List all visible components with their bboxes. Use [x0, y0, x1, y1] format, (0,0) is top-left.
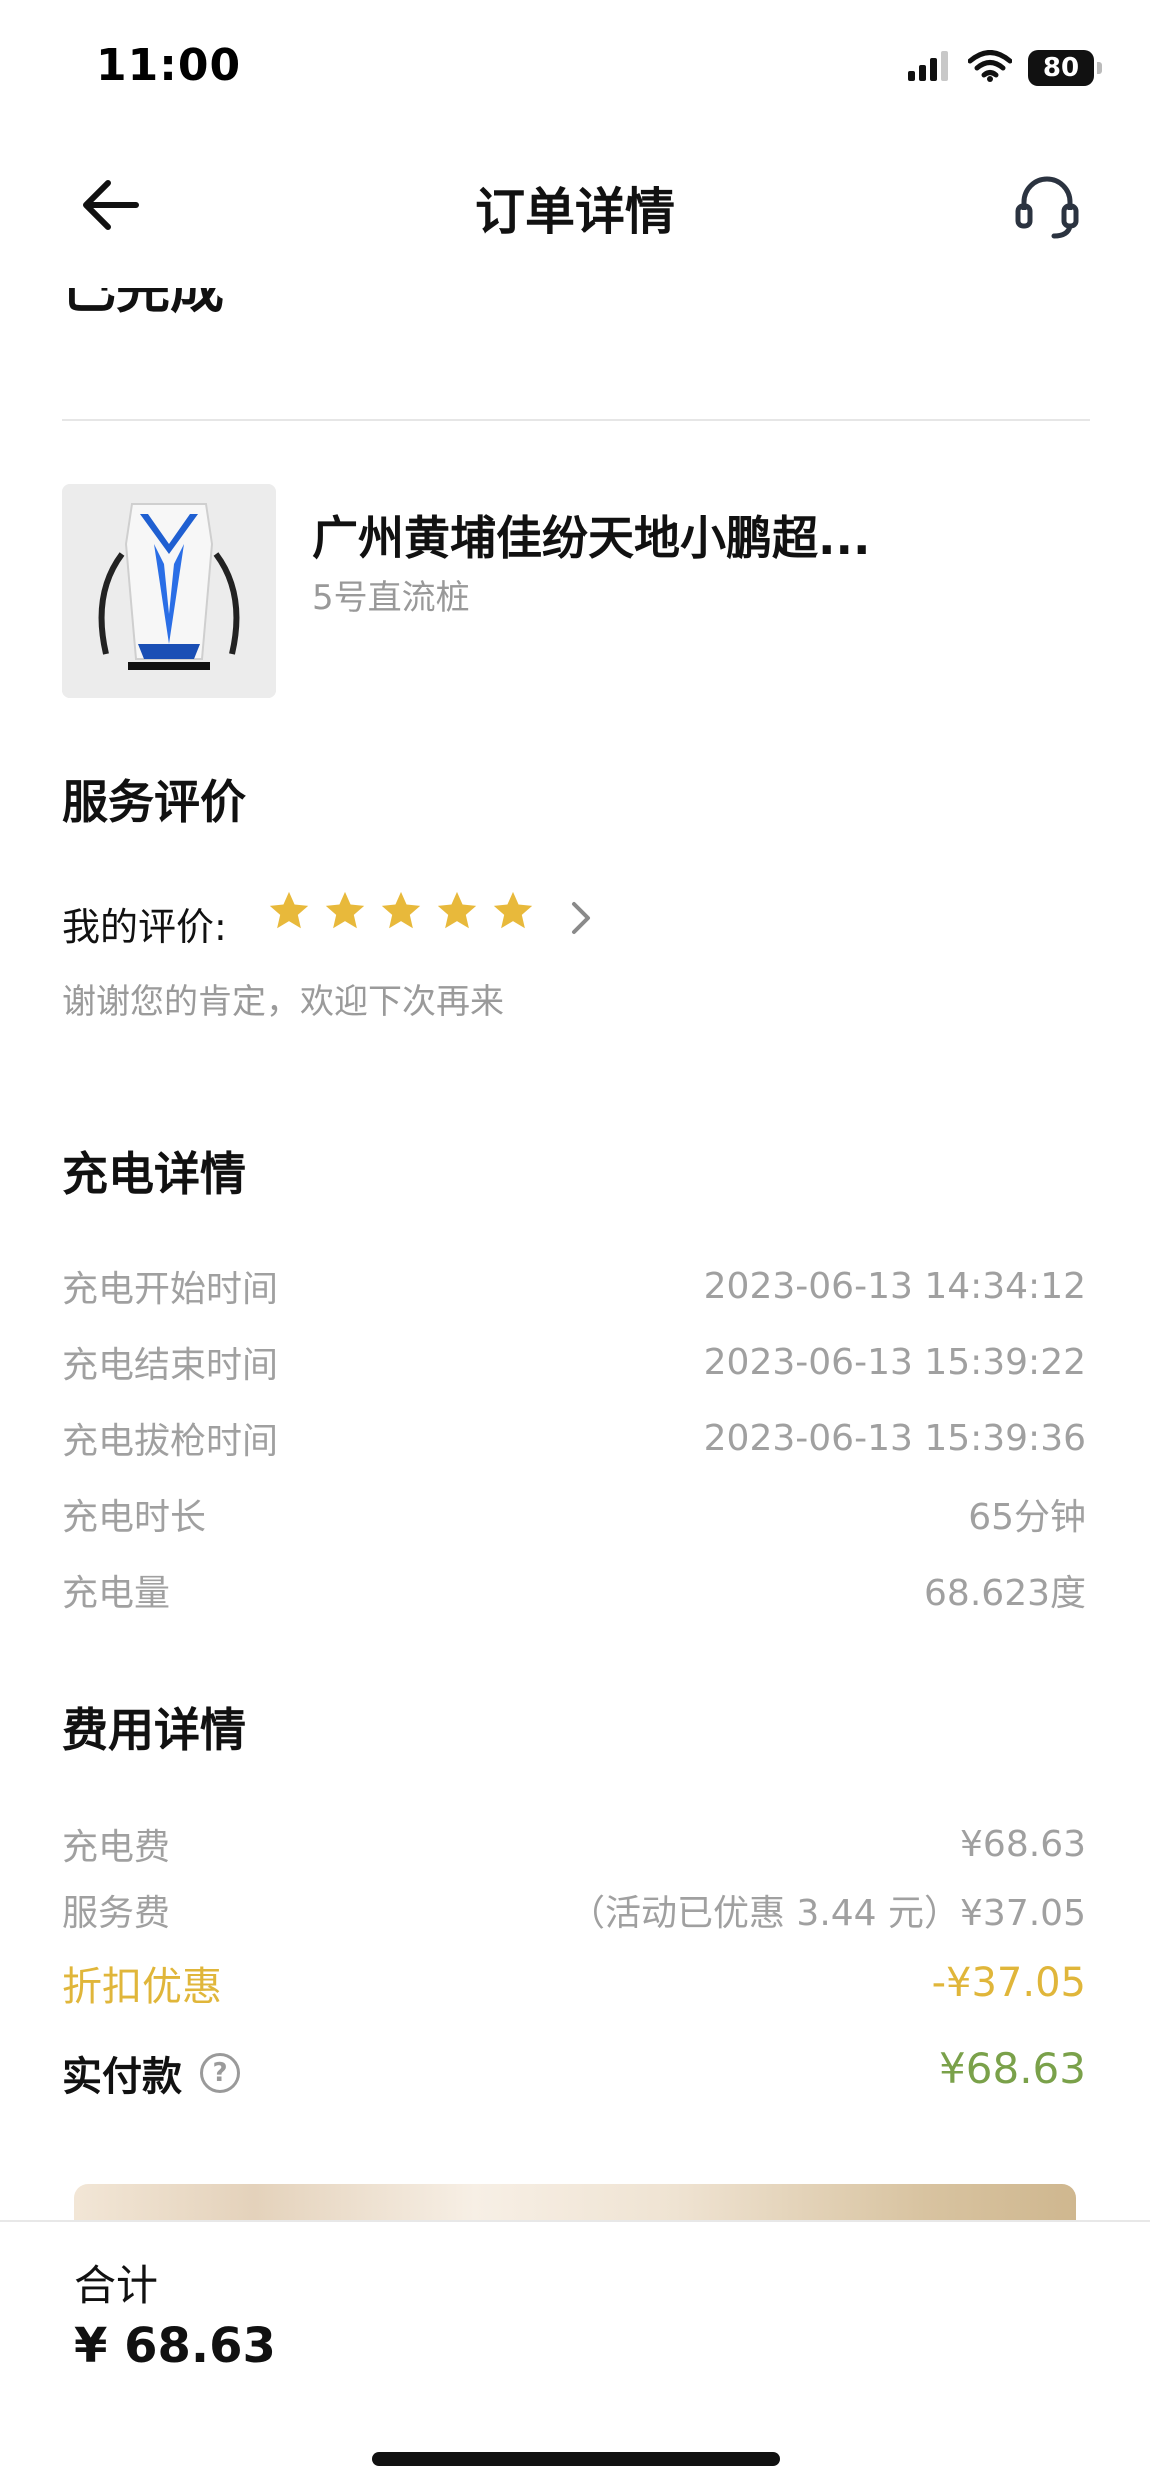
star-icon [266, 888, 312, 934]
charging-row: 充电拔枪时间 2023-06-13 15:39:36 [62, 1412, 1086, 1464]
status-time: 11:00 [96, 40, 242, 91]
rating-stars[interactable] [266, 888, 536, 934]
row-value: 65分钟 [968, 1497, 1086, 1538]
row-label: 充电开始时间 [62, 1269, 279, 1310]
row-label: 充电结束时间 [62, 1345, 279, 1386]
row-label: 充电量 [62, 1573, 171, 1614]
star-icon [322, 888, 368, 934]
paid-amount-label: 实付款 ? [62, 2044, 240, 2102]
promo-banner[interactable] [74, 2184, 1076, 2224]
home-indicator[interactable] [372, 2452, 780, 2466]
my-rating-label: 我的评价: [62, 905, 227, 949]
service-fee-row: 服务费 （活动已优惠 3.44 元）¥37.05 [62, 1884, 1086, 1936]
charger-label: 5号直流桩 [312, 578, 470, 618]
charging-row: 充电量 68.623度 [62, 1564, 1086, 1616]
row-label: 折扣优惠 [62, 1964, 222, 2010]
paid-label-text: 实付款 [62, 2054, 182, 2100]
row-value: 2023-06-13 14:34:12 [703, 1265, 1086, 1307]
star-icon [490, 888, 536, 934]
paid-amount-value: ¥68.63 [939, 2044, 1086, 2093]
star-icon [378, 888, 424, 934]
row-value: ¥68.63 [960, 1823, 1086, 1865]
order-status: 已完成 [62, 288, 224, 320]
discount-row: 折扣优惠 -¥37.05 [62, 1954, 1086, 2012]
customer-service-button[interactable] [1010, 170, 1084, 244]
total-value: ¥ 68.63 [74, 2318, 276, 2374]
row-label: 充电时长 [62, 1497, 207, 1538]
charging-section-title: 充电详情 [62, 1147, 246, 1201]
row-value: 2023-06-13 15:39:22 [703, 1341, 1086, 1383]
headset-icon [1010, 176, 1084, 248]
charger-image [62, 484, 276, 698]
help-icon[interactable]: ? [200, 2053, 240, 2093]
charging-row: 充电结束时间 2023-06-13 15:39:22 [62, 1336, 1086, 1388]
battery-indicator: 80 [1028, 50, 1102, 86]
page-title: 订单详情 [475, 183, 675, 241]
row-label: 服务费 [62, 1893, 171, 1934]
chevron-right-icon[interactable] [566, 896, 596, 940]
wifi-icon [967, 50, 1013, 86]
charging-row: 充电开始时间 2023-06-13 14:34:12 [62, 1260, 1086, 1312]
charge-fee-row: 充电费 ¥68.63 [62, 1818, 1086, 1870]
rating-comment: 谢谢您的肯定，欢迎下次再来 [62, 982, 504, 1022]
row-label: 充电费 [62, 1827, 171, 1868]
review-section-title: 服务评价 [62, 775, 246, 829]
station-name: 广州黄埔佳纷天地小鹏超... [312, 511, 871, 565]
cellular-signal-icon [908, 51, 952, 85]
row-label: 充电拔枪时间 [62, 1421, 279, 1462]
row-value: -¥37.05 [931, 1960, 1086, 2006]
star-icon [434, 888, 480, 934]
total-label: 合计 [74, 2261, 159, 2310]
divider [62, 419, 1090, 421]
fees-section-title: 费用详情 [62, 1703, 246, 1757]
charging-row: 充电时长 65分钟 [62, 1488, 1086, 1540]
row-value: 68.623度 [924, 1573, 1086, 1614]
row-value: （活动已优惠 3.44 元）¥37.05 [568, 1893, 1086, 1934]
row-value: 2023-06-13 15:39:36 [703, 1417, 1086, 1459]
status-icons: 80 [908, 50, 1102, 86]
